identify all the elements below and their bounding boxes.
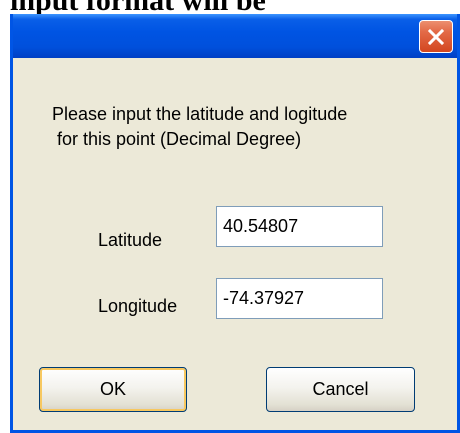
prompt-line-1: Please input the latitude and logitude: [52, 104, 348, 124]
longitude-input[interactable]: [216, 278, 383, 319]
prompt-text: Please input the latitude and logitude f…: [52, 102, 452, 152]
latitude-label: Latitude: [98, 230, 163, 250]
coordinate-input-dialog: Please input the latitude and logitude f…: [10, 14, 460, 433]
cancel-button[interactable]: Cancel: [266, 367, 415, 412]
longitude-label: Longitude: [98, 296, 178, 316]
prompt-line-2: for this point (Decimal Degree): [52, 129, 302, 149]
dialog-titlebar[interactable]: [13, 14, 457, 58]
close-button[interactable]: [419, 20, 453, 53]
ok-button[interactable]: OK: [39, 367, 187, 412]
latitude-input[interactable]: [216, 206, 383, 247]
close-x-icon: [427, 28, 445, 45]
